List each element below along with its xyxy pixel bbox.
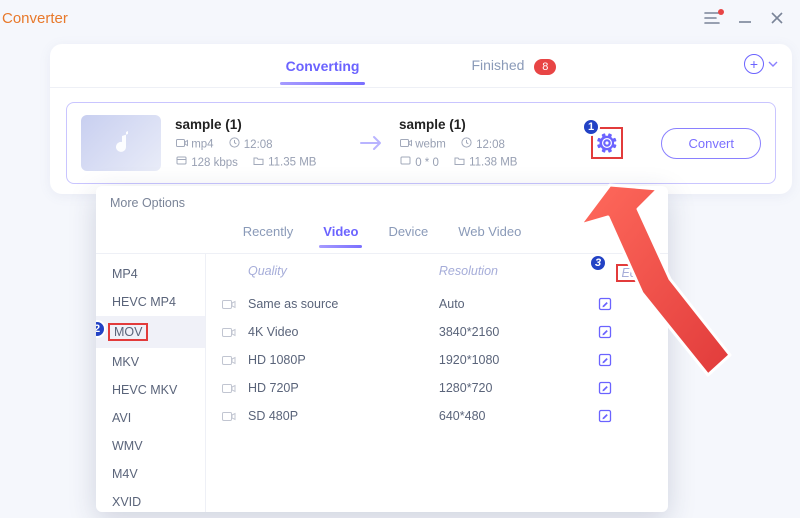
panel-tab-webvideo[interactable]: Web Video <box>454 218 525 247</box>
format-avi[interactable]: AVI <box>96 404 205 432</box>
resolution-label: 3840*2160 <box>439 325 598 339</box>
main-card: Converting Finished 8 + sample (1) mp4 1… <box>50 44 792 194</box>
col-edit: 3 Edit <box>598 264 648 282</box>
quality-row[interactable]: 4K Video3840*2160 <box>222 318 648 346</box>
edit-preset-button[interactable] <box>598 381 648 395</box>
quality-label: Same as source <box>248 297 439 311</box>
quality-label: HD 1080P <box>248 353 439 367</box>
finished-badge: 8 <box>534 59 556 75</box>
plus-icon: + <box>744 54 764 74</box>
convert-button[interactable]: Convert <box>661 128 761 159</box>
panel-tab-device[interactable]: Device <box>384 218 432 247</box>
edit-preset-button[interactable] <box>598 409 648 423</box>
media-thumbnail <box>81 115 161 171</box>
video-icon <box>222 299 248 310</box>
gear-icon <box>596 132 618 154</box>
panel-body: MP4 HEVC MP4 2 MOV MKV HEVC MKV AVI WMV … <box>96 254 668 512</box>
panel-tab-recently[interactable]: Recently <box>239 218 298 247</box>
quality-label: 4K Video <box>248 325 439 339</box>
menu-icon[interactable] <box>704 11 720 25</box>
format-mov[interactable]: 2 MOV <box>96 316 205 348</box>
format-m4v[interactable]: M4V <box>96 460 205 488</box>
tab-converting[interactable]: Converting <box>270 48 376 84</box>
format-hevc-mp4[interactable]: HEVC MP4 <box>96 288 205 316</box>
clock-icon <box>460 136 473 149</box>
video-icon <box>175 136 188 149</box>
resolution-label: Auto <box>439 297 598 311</box>
folder-icon <box>252 154 265 167</box>
window-controls <box>704 11 784 25</box>
format-list: MP4 HEVC MP4 2 MOV MKV HEVC MKV AVI WMV … <box>96 254 206 512</box>
callout-3: 3 <box>589 254 607 272</box>
quality-label: HD 720P <box>248 381 439 395</box>
format-mp4[interactable]: MP4 <box>96 260 205 288</box>
col-resolution: Resolution <box>439 264 598 282</box>
source-file-block: sample (1) mp4 12:08 128 kbps 11.35 MB <box>175 117 345 169</box>
tab-finished-label: Finished <box>471 57 524 73</box>
target-file-block: sample (1) webm 12:08 0 * 0 11.38 MB <box>399 117 569 169</box>
clock-icon <box>228 136 241 149</box>
minimize-button[interactable] <box>738 11 752 25</box>
edit-preset-button[interactable] <box>598 297 648 311</box>
video-icon <box>222 383 248 394</box>
video-icon <box>222 411 248 422</box>
quality-row[interactable]: SD 480P640*480 <box>222 402 648 430</box>
format-mkv[interactable]: MKV <box>96 348 205 376</box>
app-brand: Converter <box>0 10 68 27</box>
quality-area: Quality Resolution 3 Edit Same as source… <box>206 254 668 512</box>
bitrate-icon <box>175 154 188 167</box>
tab-finished[interactable]: Finished 8 <box>455 47 572 85</box>
notification-dot <box>718 9 724 15</box>
settings-button[interactable]: 1 <box>591 127 623 159</box>
video-icon <box>399 136 412 149</box>
format-wmv[interactable]: WMV <box>96 432 205 460</box>
more-options-panel: More Options Recently Video Device Web V… <box>96 186 668 512</box>
resolution-label: 1920*1080 <box>439 353 598 367</box>
video-icon <box>222 327 248 338</box>
close-button[interactable] <box>770 11 784 25</box>
resolution-label: 1280*720 <box>439 381 598 395</box>
chevron-down-icon <box>768 59 778 69</box>
callout-1: 1 <box>582 118 600 136</box>
arrow-icon <box>359 134 385 152</box>
quality-row[interactable]: HD 720P1280*720 <box>222 374 648 402</box>
music-note-icon <box>106 128 136 158</box>
add-file-button[interactable]: + <box>744 54 778 74</box>
resolution-label: 640*480 <box>439 409 598 423</box>
target-filename: sample (1) <box>399 117 569 132</box>
format-hevc-mkv[interactable]: HEVC MKV <box>96 376 205 404</box>
quality-row[interactable]: HD 1080P1920*1080 <box>222 346 648 374</box>
edit-preset-button[interactable] <box>598 325 648 339</box>
source-filename: sample (1) <box>175 117 345 132</box>
format-xvid[interactable]: XVID <box>96 488 205 512</box>
titlebar: Converter <box>0 0 800 36</box>
quality-row[interactable]: Same as sourceAuto <box>222 290 648 318</box>
dimensions-icon <box>399 154 412 167</box>
folder-icon <box>453 154 466 167</box>
panel-tabs: Recently Video Device Web Video <box>96 218 668 254</box>
callout-2: 2 <box>96 320 106 338</box>
edit-preset-button[interactable] <box>598 353 648 367</box>
quality-label: SD 480P <box>248 409 439 423</box>
column-headers: Quality Resolution 3 Edit <box>222 264 648 290</box>
conversion-item: sample (1) mp4 12:08 128 kbps 11.35 MB s… <box>66 102 776 184</box>
panel-title: More Options <box>96 186 668 218</box>
panel-tab-video[interactable]: Video <box>319 218 362 247</box>
col-quality: Quality <box>248 264 439 282</box>
video-icon <box>222 355 248 366</box>
main-tabs: Converting Finished 8 + <box>50 44 792 88</box>
